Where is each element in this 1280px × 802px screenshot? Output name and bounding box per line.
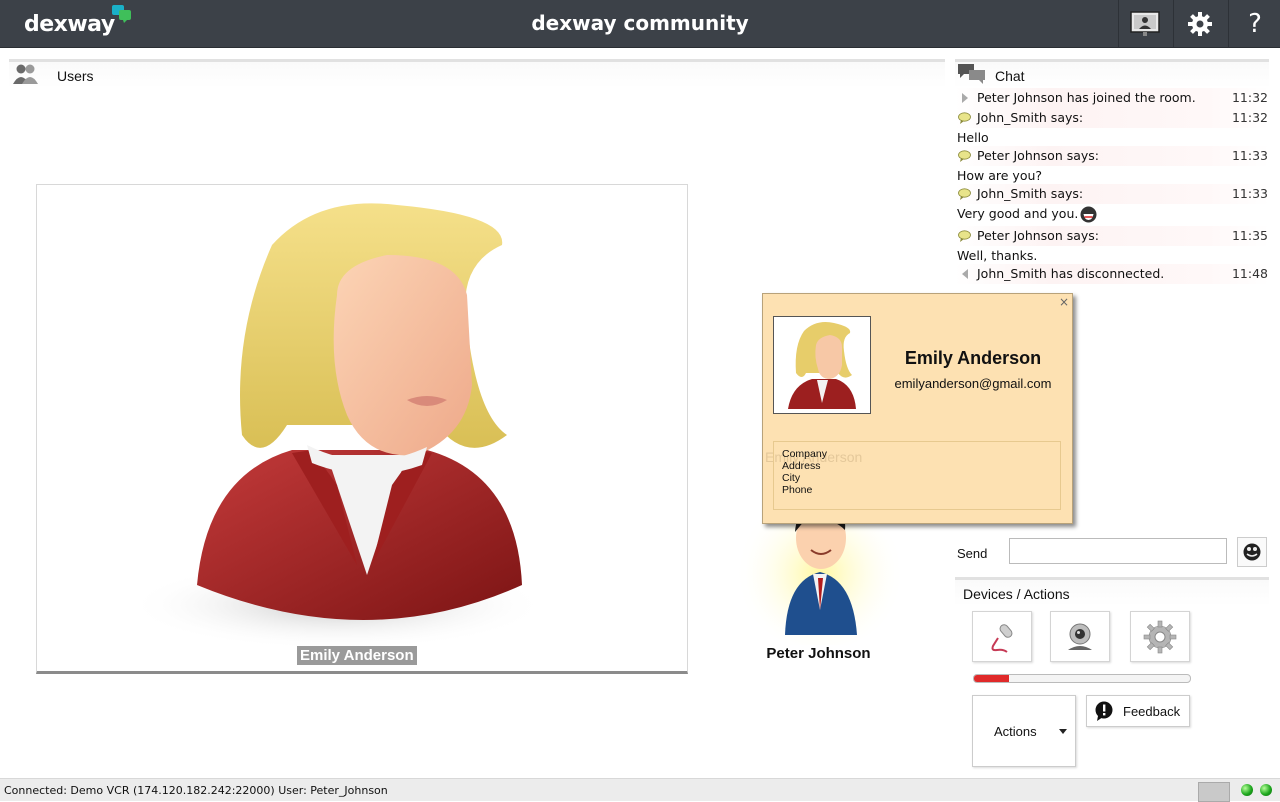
users-icon	[13, 64, 38, 84]
feedback-button[interactable]: Feedback	[1086, 695, 1190, 727]
chat-row: John_Smith says: 11:32	[955, 108, 1270, 128]
chat-row: Peter Johnson says: 11:35	[955, 226, 1270, 246]
chat-input[interactable]	[1009, 538, 1227, 564]
profile-popup: × Emily Anderson Emily Anderson emilyand…	[762, 293, 1073, 524]
speech-bubble-icon	[958, 230, 971, 242]
webcam-icon	[1068, 623, 1092, 650]
chat-message-text: Well, thanks.	[957, 248, 1038, 263]
chevron-down-icon	[1059, 729, 1067, 734]
chat-time: 11:35	[1231, 228, 1268, 243]
popup-user-name: Emily Anderson	[904, 348, 1042, 368]
devices-title: Devices / Actions	[963, 586, 1070, 602]
status-led-1	[1241, 784, 1253, 796]
speech-bubble-icon	[958, 188, 971, 200]
chat-sender: Peter Johnson says:	[977, 228, 1100, 243]
popup-field-city: City	[782, 472, 801, 484]
mic-level-fill	[974, 675, 1009, 682]
emoji-button[interactable]	[1237, 537, 1267, 567]
feedback-label: Feedback	[1123, 704, 1181, 719]
chat-row: John_Smith says: 11:33	[955, 184, 1270, 204]
chat-time: 11:33	[1231, 148, 1268, 163]
speech-bubble-icon	[958, 112, 971, 124]
settings-gear-icon	[1143, 620, 1177, 653]
actions-label: Actions	[994, 724, 1037, 739]
popup-field-address: Address	[782, 460, 821, 472]
popup-field-phone: Phone	[782, 484, 813, 496]
chat-event-text: John_Smith has disconnected.	[977, 266, 1165, 281]
users-title: Users	[57, 68, 94, 84]
grin-emoji-icon	[1080, 206, 1097, 223]
chat-row: Hello	[955, 128, 1270, 146]
main-video-panel[interactable]	[36, 184, 688, 674]
chat-sender: John_Smith says:	[977, 186, 1084, 201]
status-led-2	[1260, 784, 1272, 796]
chat-time: 11:48	[1231, 266, 1268, 281]
microphone-icon	[991, 623, 1013, 653]
status-bar: Connected: Demo VCR (174.120.182.242:220…	[0, 778, 1280, 802]
send-label: Send	[957, 546, 988, 561]
popup-user-email: emilyanderson@gmail.com	[894, 376, 1052, 391]
mic-level-meter	[973, 674, 1191, 683]
main-video-name-tag: Emily Anderson	[297, 646, 417, 665]
presentation-icon	[1130, 10, 1160, 36]
chat-row: Peter Johnson says: 11:33	[955, 146, 1270, 166]
app-title: dexway community	[531, 11, 749, 35]
gear-icon	[1188, 11, 1212, 36]
chat-message-text: Hello	[957, 130, 989, 145]
chat-header: Chat	[955, 59, 1269, 88]
speech-bubble-icon	[958, 150, 971, 162]
chat-time: 11:32	[1231, 90, 1268, 105]
device-settings-button[interactable]	[1130, 611, 1190, 662]
top-bar: dexway dexway community ?	[0, 0, 1280, 48]
chat-row: Peter Johnson has joined the room. 11:32	[955, 88, 1270, 108]
chat-sender: John_Smith says:	[977, 110, 1084, 125]
webcam-button[interactable]	[1050, 611, 1110, 662]
popup-field-company: Company	[782, 448, 827, 460]
popup-photo	[773, 316, 871, 414]
join-arrow-icon	[962, 93, 968, 103]
help-icon: ?	[1248, 8, 1262, 39]
chat-event-text: Peter Johnson has joined the room.	[977, 90, 1196, 105]
chat-row: Well, thanks.	[955, 246, 1270, 264]
chat-row: Very good and you.	[955, 204, 1270, 226]
chat-time: 11:32	[1231, 110, 1268, 125]
devices-header: Devices / Actions	[955, 577, 1269, 606]
exclamation-icon	[1095, 701, 1113, 721]
popup-details-box: Company Address City Phone	[773, 441, 1061, 510]
chat-row: John_Smith has disconnected. 11:48	[955, 264, 1270, 284]
chat-messages: Peter Johnson has joined the room. 11:32…	[955, 88, 1270, 284]
chat-message-text: Very good and you.	[957, 206, 1079, 221]
popup-close-button[interactable]: ×	[1059, 295, 1069, 309]
chat-row: How are you?	[955, 166, 1270, 184]
chat-message-text: How are you?	[957, 168, 1043, 183]
settings-button[interactable]	[1173, 0, 1226, 47]
woman-avatar-small-icon	[788, 322, 856, 409]
leave-arrow-icon	[962, 269, 968, 279]
chat-title: Chat	[995, 68, 1025, 84]
chat-time: 11:33	[1231, 186, 1268, 201]
microphone-button[interactable]	[972, 611, 1032, 662]
connection-status: Connected: Demo VCR (174.120.182.242:220…	[4, 784, 388, 797]
chat-sender: Peter Johnson says:	[977, 148, 1100, 163]
emoji-icon	[1243, 543, 1261, 561]
actions-dropdown-button[interactable]: Actions	[972, 695, 1076, 767]
peter-name-label: Peter Johnson	[766, 645, 871, 662]
help-button[interactable]: ?	[1228, 0, 1280, 47]
presentation-button[interactable]	[1118, 0, 1171, 47]
users-header: Users	[9, 59, 945, 88]
woman-avatar-icon	[127, 203, 547, 650]
chat-bubbles-icon	[958, 64, 985, 84]
status-box[interactable]	[1198, 782, 1230, 802]
